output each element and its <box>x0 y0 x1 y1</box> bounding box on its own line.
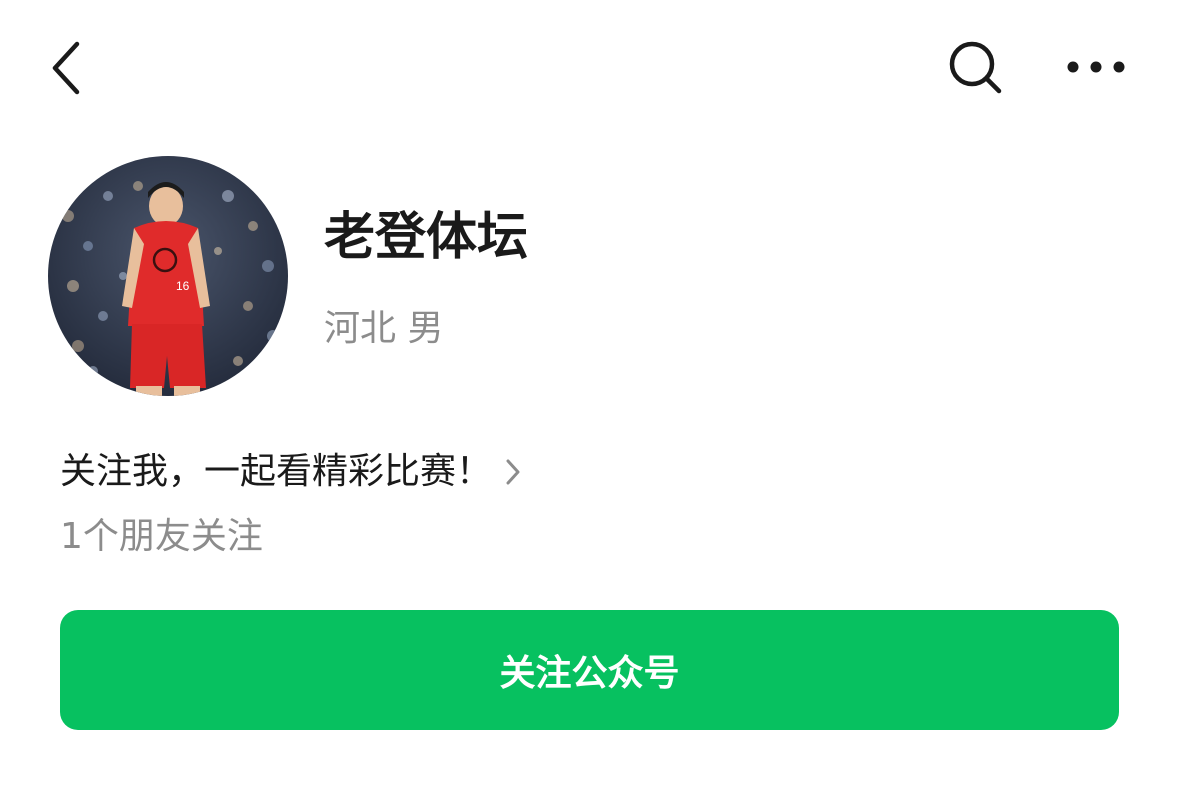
back-button[interactable] <box>40 36 92 100</box>
follow-account-button[interactable]: 关注公众号 <box>60 610 1119 730</box>
jersey-number: 16 <box>176 279 190 293</box>
avatar[interactable]: 16 <box>48 156 288 396</box>
account-name: 老登体坛 <box>324 208 529 267</box>
official-account-profile-page: 16 老登体坛 河北 男 关注我，一起看精彩比赛！ 1个朋友关注 关注公众号 <box>0 0 1179 802</box>
search-icon <box>949 41 1002 94</box>
account-intro[interactable]: 关注我，一起看精彩比赛！ <box>60 444 522 500</box>
chevron-left-icon <box>52 41 80 95</box>
location-gender: 河北 男 <box>324 308 444 349</box>
more-options-button[interactable] <box>1060 44 1132 90</box>
intro-text: 关注我，一起看精彩比赛！ <box>60 451 493 492</box>
chevron-right-icon <box>504 457 522 487</box>
friends-following-count: 1个朋友关注 <box>60 516 263 557</box>
more-horizontal-icon <box>1067 61 1125 73</box>
search-button[interactable] <box>944 38 1008 98</box>
avatar-image: 16 <box>48 156 288 396</box>
